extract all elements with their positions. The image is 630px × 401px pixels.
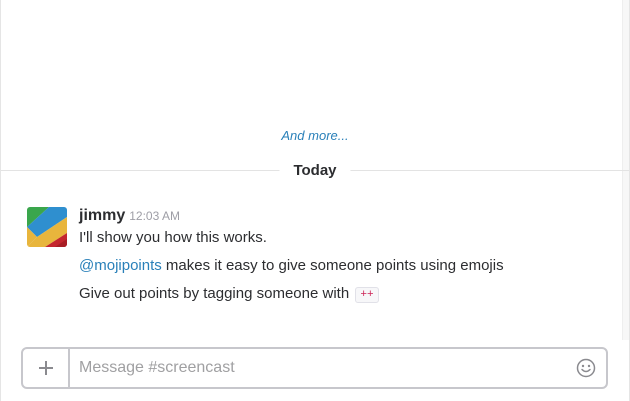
message-composer	[21, 347, 608, 389]
plus-icon	[38, 361, 53, 375]
day-divider: Today	[1, 159, 629, 183]
message-body: jimmy 12:03 AM I'll show you how this wor…	[79, 205, 609, 305]
message-header: jimmy 12:03 AM	[79, 205, 609, 227]
attach-button[interactable]	[23, 349, 70, 387]
user-mention-link[interactable]: @mojipoints	[79, 257, 162, 274]
message-text-line-1: I'll show you how this works.	[79, 229, 267, 246]
message-text-line-2-rest: makes it easy to give someone points usi…	[161, 257, 504, 274]
message-timestamp[interactable]: 12:03 AM	[129, 209, 180, 223]
message-text-line-2: @mojipoints makes it easy to give someon…	[79, 256, 609, 276]
inline-code: ++	[355, 287, 379, 303]
user-avatar[interactable]	[27, 207, 67, 247]
message-text-line-3: Give out points by tagging someone with …	[79, 284, 609, 305]
and-more-link[interactable]: And more...	[1, 128, 629, 143]
day-divider-label: Today	[279, 161, 351, 181]
message-input[interactable]	[79, 349, 566, 387]
avatar-logo-icon	[27, 207, 67, 247]
chat-window: And more... Today jimmy 12:03 AM I'll sho…	[0, 0, 630, 401]
message-author[interactable]: jimmy	[79, 207, 125, 224]
emoji-icon	[576, 358, 596, 378]
message-text-line-3-text: Give out points by tagging someone with	[79, 285, 354, 302]
emoji-button[interactable]	[576, 358, 596, 378]
